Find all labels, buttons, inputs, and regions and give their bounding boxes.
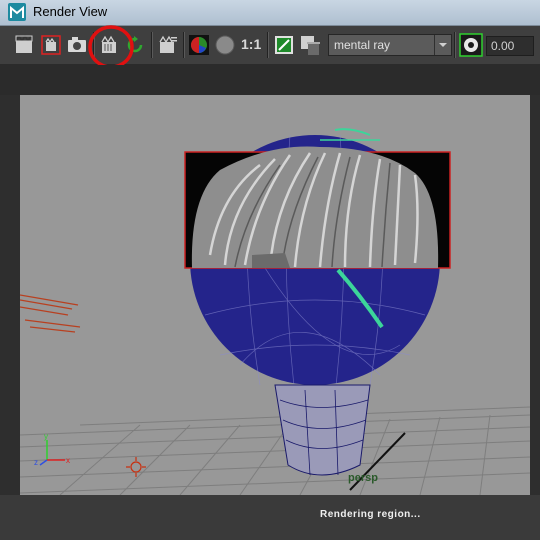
snapshot-icon[interactable]	[66, 34, 88, 56]
render-viewport[interactable]: y x z	[20, 95, 530, 495]
exposure-icon[interactable]	[459, 33, 483, 57]
svg-text:z: z	[34, 458, 38, 467]
render-frame-icon[interactable]	[14, 34, 36, 56]
axis-gizmo-icon: y x z	[34, 432, 70, 467]
renderer-value: mental ray	[334, 38, 391, 52]
maya-logo-icon	[8, 3, 26, 21]
render-canvas: y x z	[20, 128, 530, 495]
window-title: Render View	[33, 4, 108, 19]
renderer-dropdown[interactable]: mental ray	[328, 34, 452, 56]
exposure-field[interactable]: 0.00	[486, 36, 534, 56]
svg-text:x: x	[66, 456, 70, 465]
status-text: Rendering region...	[320, 509, 421, 520]
rendered-region	[184, 146, 451, 269]
ipr-render-icon[interactable]	[98, 34, 120, 56]
ratio-label: 1:1	[241, 36, 262, 52]
refresh-ipr-icon[interactable]	[124, 34, 146, 56]
render-region-icon[interactable]	[40, 34, 62, 56]
toolbar-strip	[0, 65, 540, 95]
rgb-channels-icon[interactable]	[188, 34, 210, 56]
render-settings-icon[interactable]	[157, 34, 179, 56]
floor-grid	[20, 406, 530, 495]
keep-image-icon[interactable]	[273, 34, 295, 56]
remove-image-icon[interactable]	[299, 34, 321, 56]
light-icon	[126, 457, 146, 477]
alpha-channel-icon[interactable]	[214, 34, 236, 56]
svg-text:y: y	[44, 432, 48, 441]
render-toolbar	[0, 26, 540, 65]
camera-label: persp	[348, 472, 378, 484]
light-rays	[20, 294, 81, 333]
chevron-down-icon	[434, 35, 451, 55]
title-bar: Render View	[0, 0, 540, 26]
status-bar: Rendering region...	[0, 495, 540, 540]
